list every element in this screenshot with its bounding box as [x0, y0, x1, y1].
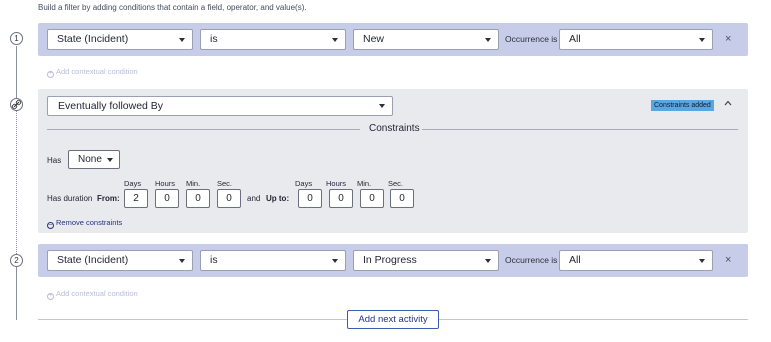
caret-down-icon — [485, 259, 491, 263]
add-contextual-condition-label: Add contextual condition — [56, 289, 138, 298]
plus-circle-icon: + — [47, 71, 54, 78]
caret-down-icon — [107, 158, 113, 162]
from-sec-input[interactable]: 0 — [217, 189, 241, 208]
add-contextual-condition-label: Add contextual condition — [56, 67, 138, 76]
divider — [38, 319, 347, 320]
chevron-up-icon[interactable] — [724, 99, 732, 107]
field-select[interactable]: State (Incident) — [47, 250, 193, 271]
remove-constraints-link[interactable]: – Remove constraints — [47, 218, 122, 229]
occurrence-select-value: All — [569, 254, 581, 266]
sec-label: Sec. — [217, 179, 233, 188]
timeline-line — [16, 46, 17, 98]
occurrence-select[interactable]: All — [559, 29, 713, 50]
sec-label: Sec. — [388, 179, 404, 188]
caret-down-icon — [379, 104, 385, 108]
instructions-text: Build a filter by adding conditions that… — [38, 3, 307, 12]
timeline-line-dotted — [16, 111, 17, 254]
upto-min-input[interactable]: 0 — [360, 189, 384, 208]
from-days-input[interactable]: 2 — [124, 189, 148, 208]
has-select[interactable]: None — [68, 150, 120, 169]
caret-down-icon — [179, 38, 185, 42]
condition-row-2: State (Incident) is In Progress Occurren… — [38, 244, 748, 277]
has-select-value: None — [78, 154, 102, 165]
remove-constraints-label: Remove constraints — [56, 218, 123, 227]
value-select-value: New — [363, 33, 385, 45]
operator-select-value: is — [210, 33, 218, 45]
days-label: Days — [124, 179, 142, 188]
occurrence-label: Occurrence is — [505, 255, 558, 265]
timeline-line — [16, 267, 17, 320]
value-select[interactable]: New — [353, 29, 499, 50]
upto-days-input[interactable]: 0 — [298, 189, 322, 208]
occurrence-select-value: All — [569, 33, 581, 45]
step-number-2: 2 — [10, 254, 23, 267]
caret-down-icon — [699, 38, 705, 42]
chain-link-icon — [11, 99, 22, 110]
relation-type-value: Eventually followed By — [58, 100, 164, 112]
field-select-value: State (Incident) — [57, 254, 129, 266]
link-icon[interactable] — [10, 98, 23, 111]
operator-select[interactable]: is — [200, 250, 346, 271]
relation-type-select[interactable]: Eventually followed By — [47, 96, 393, 116]
has-label: Has — [47, 156, 62, 165]
plus-circle-icon: + — [47, 293, 54, 300]
divider — [47, 129, 360, 130]
caret-down-icon — [485, 38, 491, 42]
occurrence-select[interactable]: All — [559, 250, 713, 271]
value-select-value: In Progress — [363, 254, 417, 266]
from-min-input[interactable]: 0 — [186, 189, 210, 208]
divider — [422, 129, 738, 130]
up-to-label: Up to: — [266, 194, 290, 203]
add-contextual-condition-link[interactable]: + Add contextual condition — [47, 289, 138, 300]
add-contextual-condition-link[interactable]: + Add contextual condition — [47, 67, 138, 78]
hours-label: Hours — [326, 179, 347, 188]
field-select[interactable]: State (Incident) — [47, 29, 193, 50]
from-hours-input[interactable]: 0 — [155, 189, 179, 208]
constraints-heading: Constraints — [369, 123, 420, 134]
upto-sec-input[interactable]: 0 — [390, 189, 414, 208]
caret-down-icon — [699, 259, 705, 263]
min-label: Min. — [186, 179, 201, 188]
add-next-activity-button[interactable]: Add next activity — [347, 310, 439, 329]
min-label: Min. — [357, 179, 372, 188]
occurrence-label: Occurrence is — [505, 34, 558, 44]
has-duration-label: Has duration — [47, 194, 93, 203]
caret-down-icon — [179, 259, 185, 263]
days-label: Days — [295, 179, 313, 188]
operator-select-value: is — [210, 254, 218, 266]
caret-down-icon — [332, 38, 338, 42]
caret-down-icon — [332, 259, 338, 263]
condition-row-1: State (Incident) is New Occurrence is Al… — [38, 23, 748, 56]
value-select[interactable]: In Progress — [353, 250, 499, 271]
relation-panel: Eventually followed By Constraints added… — [38, 89, 748, 233]
divider — [439, 319, 748, 320]
operator-select[interactable]: is — [200, 29, 346, 50]
from-label: From: — [97, 194, 120, 203]
minus-circle-icon: – — [47, 221, 54, 229]
field-select-value: State (Incident) — [57, 33, 129, 45]
and-label: and — [247, 194, 261, 203]
hours-label: Hours — [155, 179, 176, 188]
upto-hours-input[interactable]: 0 — [329, 189, 353, 208]
close-icon[interactable]: × — [725, 32, 731, 46]
close-icon[interactable]: × — [725, 253, 731, 267]
step-number-1: 1 — [10, 32, 23, 45]
constraints-added-badge: Constraints added — [651, 100, 714, 111]
